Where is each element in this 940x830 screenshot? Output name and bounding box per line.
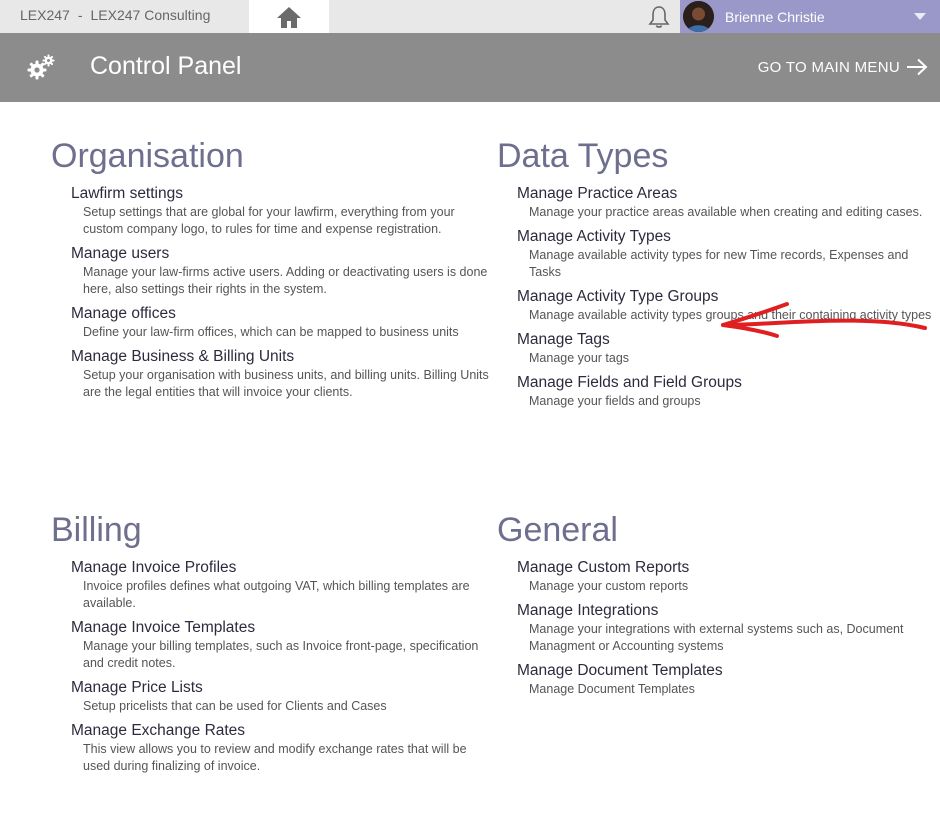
user-menu[interactable]: Brienne Christie	[680, 0, 940, 33]
brand-name: LEX247 Consulting	[90, 7, 211, 23]
section-organisation: Organisation Lawfirm settings Setup sett…	[51, 136, 491, 407]
gears-icon	[27, 54, 55, 80]
item-description: Manage available activity types groups a…	[529, 308, 932, 322]
manage-practice-areas-link[interactable]: Manage Practice Areas	[517, 184, 677, 204]
item-description: Manage your practice areas available whe…	[529, 205, 923, 219]
manage-offices-link[interactable]: Manage offices	[71, 304, 176, 324]
manage-users-link[interactable]: Manage users	[71, 244, 169, 264]
list-item: Manage Exchange Rates This view allows y…	[71, 721, 491, 775]
item-description: Manage your billing templates, such as I…	[83, 639, 479, 670]
page-title: Control Panel	[90, 52, 242, 80]
section-general: General Manage Custom Reports Manage you…	[497, 510, 937, 704]
manage-invoice-profiles-link[interactable]: Manage Invoice Profiles	[71, 558, 236, 578]
item-description: Manage your integrations with external s…	[529, 622, 904, 653]
manage-exchange-rates-link[interactable]: Manage Exchange Rates	[71, 721, 245, 741]
brand-short: LEX247	[20, 7, 70, 23]
brand-separator: -	[77, 7, 83, 23]
arrow-right-icon	[907, 58, 928, 76]
chevron-down-icon	[914, 13, 926, 20]
item-description: Define your law-firm offices, which can …	[83, 325, 459, 339]
item-description: Setup pricelists that can be used for Cl…	[83, 699, 387, 713]
manage-fields-link[interactable]: Manage Fields and Field Groups	[517, 373, 742, 393]
home-button[interactable]	[249, 0, 329, 33]
section-title: Billing	[51, 511, 142, 549]
lawfirm-settings-link[interactable]: Lawfirm settings	[71, 184, 183, 204]
manage-activity-types-link[interactable]: Manage Activity Types	[517, 227, 671, 247]
list-item: Lawfirm settings Setup settings that are…	[71, 184, 491, 238]
item-description: Manage your law-firms active users. Addi…	[83, 265, 488, 296]
item-description: Invoice profiles defines what outgoing V…	[83, 579, 470, 610]
list-item: Manage Price Lists Setup pricelists that…	[71, 678, 491, 715]
list-item: Manage Invoice Templates Manage your bil…	[71, 618, 491, 672]
item-description: Manage your tags	[529, 351, 630, 365]
manage-price-lists-link[interactable]: Manage Price Lists	[71, 678, 203, 698]
brand: LEX247- LEX247 Consulting	[20, 7, 210, 23]
notifications-button[interactable]	[646, 4, 672, 30]
list-item: Manage Integrations Manage your integrat…	[517, 601, 937, 655]
section-billing: Billing Manage Invoice Profiles Invoice …	[51, 510, 491, 781]
home-icon	[277, 6, 301, 28]
section-title: Organisation	[51, 137, 244, 175]
manage-document-templates-link[interactable]: Manage Document Templates	[517, 661, 723, 681]
item-description: Manage available activity types for new …	[529, 248, 909, 279]
item-description: Manage your fields and groups	[529, 394, 701, 408]
top-bar: LEX247- LEX247 Consulting Brienne Christi…	[0, 0, 940, 33]
list-item: Manage Business & Billing Units Setup yo…	[71, 347, 491, 401]
manage-business-billing-units-link[interactable]: Manage Business & Billing Units	[71, 347, 294, 367]
item-description: This view allows you to review and modif…	[83, 742, 467, 773]
avatar	[683, 1, 714, 32]
manage-activity-type-groups-link[interactable]: Manage Activity Type Groups	[517, 287, 718, 307]
section-title: General	[497, 511, 618, 549]
main-menu-label: GO TO MAIN MENU	[757, 58, 900, 76]
list-item: Manage Activity Type Groups Manage avail…	[517, 287, 937, 324]
list-item: Manage Practice Areas Manage your practi…	[517, 184, 937, 221]
user-name: Brienne Christie	[725, 9, 825, 25]
list-item: Manage Invoice Profiles Invoice profiles…	[71, 558, 491, 612]
main-menu-link[interactable]: GO TO MAIN MENU	[758, 58, 928, 76]
page-header: Control Panel GO TO MAIN MENU	[0, 33, 940, 102]
item-description: Setup your organisation with business un…	[83, 368, 489, 399]
list-item: Manage Tags Manage your tags	[517, 330, 937, 367]
list-item: Manage Fields and Field Groups Manage yo…	[517, 373, 937, 410]
manage-integrations-link[interactable]: Manage Integrations	[517, 601, 658, 621]
item-description: Setup settings that are global for your …	[83, 205, 455, 236]
list-item: Manage Activity Types Manage available a…	[517, 227, 937, 281]
bell-icon	[648, 6, 670, 28]
list-item: Manage Custom Reports Manage your custom…	[517, 558, 937, 595]
section-data-types: Data Types Manage Practice Areas Manage …	[497, 136, 937, 416]
item-description: Manage your custom reports	[529, 579, 689, 593]
list-item: Manage users Manage your law-firms activ…	[71, 244, 491, 298]
list-item: Manage Document Templates Manage Documen…	[517, 661, 937, 698]
manage-invoice-templates-link[interactable]: Manage Invoice Templates	[71, 618, 255, 638]
section-title: Data Types	[497, 137, 669, 175]
item-description: Manage Document Templates	[529, 682, 695, 696]
list-item: Manage offices Define your law-firm offi…	[71, 304, 491, 341]
manage-custom-reports-link[interactable]: Manage Custom Reports	[517, 558, 689, 578]
manage-tags-link[interactable]: Manage Tags	[517, 330, 610, 350]
